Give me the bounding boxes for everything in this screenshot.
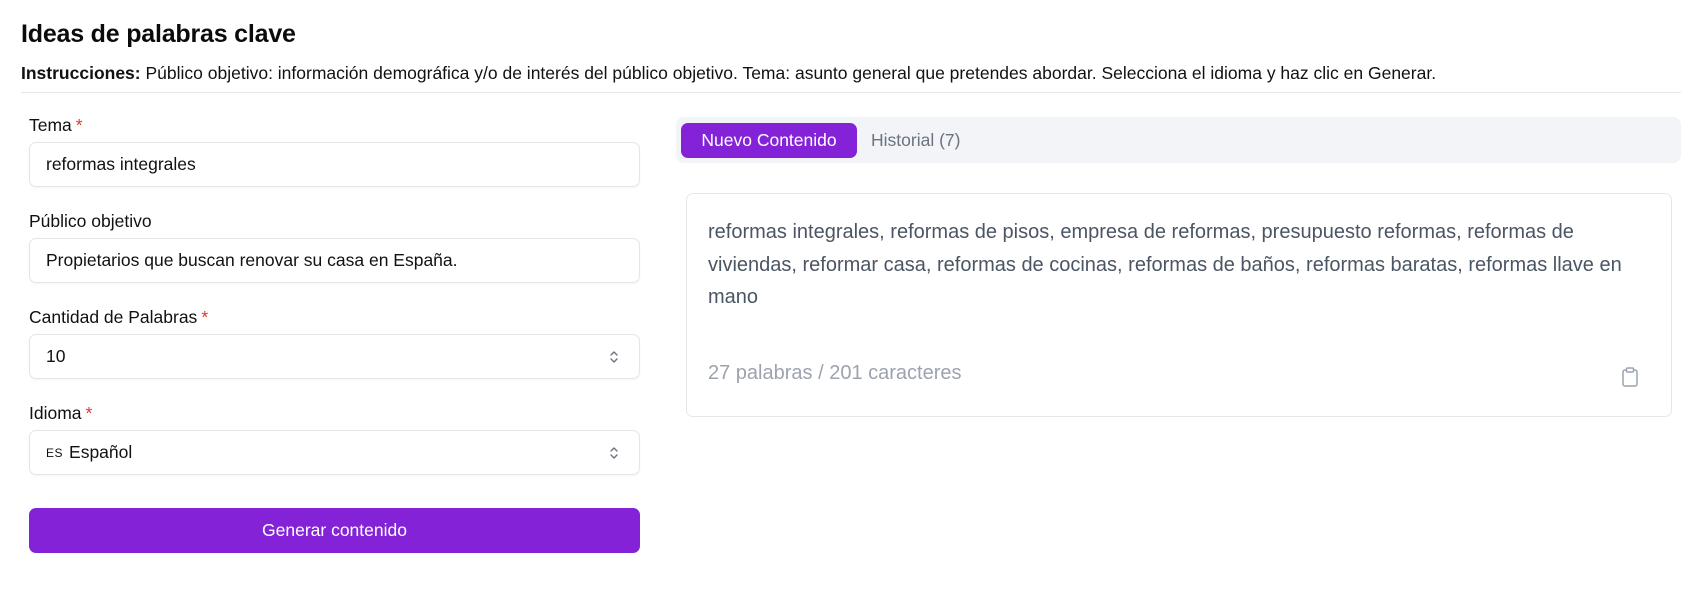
idioma-value: Español (69, 442, 133, 462)
publico-label: Público objetivo (29, 211, 152, 231)
cantidad-value: 10 (46, 346, 66, 366)
generate-button[interactable]: Generar contenido (29, 508, 640, 553)
required-mark: * (201, 307, 209, 327)
idioma-label-text: Idioma (29, 403, 82, 423)
word-char-count: 27 palabras / 201 caracteres (708, 362, 962, 384)
publico-field: Público objetivo Propietarios que buscan… (29, 210, 640, 283)
instructions-label: Instrucciones: (21, 63, 141, 83)
tema-field: Tema * reformas integrales (29, 114, 640, 187)
cantidad-field: Cantidad de Palabras * 10 (29, 306, 640, 379)
tema-input[interactable]: reformas integrales (29, 142, 640, 187)
keyword-form: Tema * reformas integrales Público objeti… (29, 114, 640, 553)
publico-value: Propietarios que buscan renovar su casa … (46, 250, 458, 270)
clipboard-icon[interactable] (1621, 367, 1639, 387)
header-divider (21, 92, 1681, 93)
required-mark: * (85, 403, 93, 423)
chevron-up-down-icon (610, 350, 618, 363)
cantidad-label: Cantidad de Palabras * (29, 306, 640, 328)
tema-label: Tema * (29, 114, 640, 136)
idioma-field: Idioma * ES Español (29, 402, 640, 475)
result-text: reformas integrales, reformas de pisos, … (708, 221, 1622, 308)
instructions-text: Público objetivo: información demográfic… (140, 63, 1437, 83)
content-tabs: Nuevo Contenido Historial (7) (676, 117, 1681, 163)
chevron-up-down-icon (610, 446, 618, 459)
page-title: Ideas de palabras clave (21, 20, 296, 48)
tab-history[interactable]: Historial (7) (871, 123, 960, 158)
language-code: ES (46, 445, 64, 460)
cantidad-label-text: Cantidad de Palabras (29, 307, 198, 327)
instructions: Instrucciones: Público objetivo: informa… (21, 63, 1681, 84)
result-card: reformas integrales, reformas de pisos, … (686, 193, 1672, 417)
idioma-label: Idioma * (29, 402, 640, 424)
page-header: Ideas de palabras clave Instrucciones: P… (21, 20, 1681, 84)
required-mark: * (75, 115, 83, 135)
idioma-select[interactable]: ES Español (29, 430, 640, 475)
tema-value: reformas integrales (46, 154, 196, 174)
tab-new-content[interactable]: Nuevo Contenido (681, 123, 857, 158)
publico-input[interactable]: Propietarios que buscan renovar su casa … (29, 238, 640, 283)
tema-label-text: Tema (29, 115, 72, 135)
cantidad-select[interactable]: 10 (29, 334, 640, 379)
